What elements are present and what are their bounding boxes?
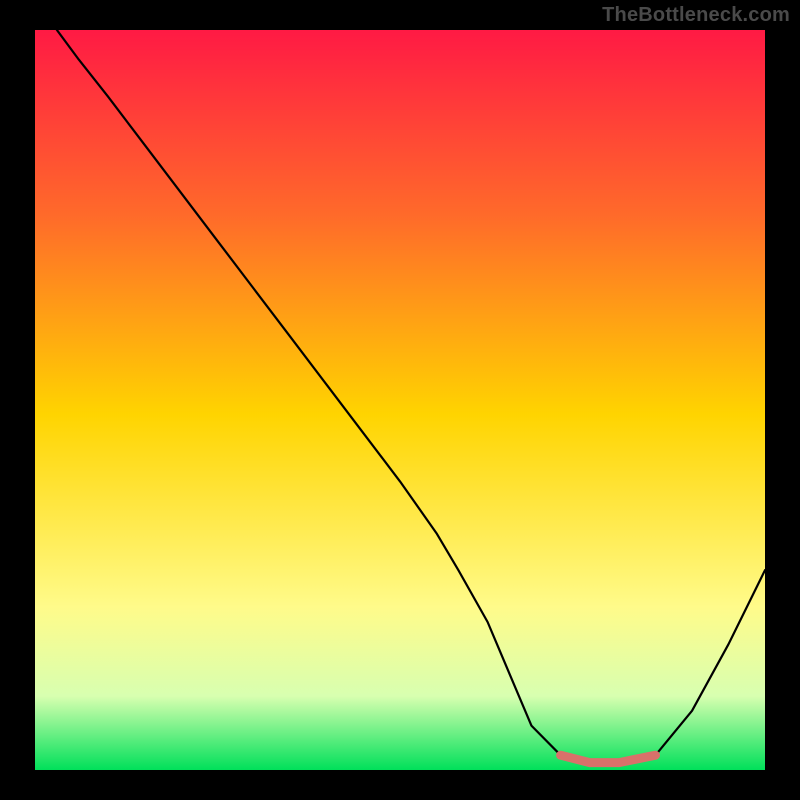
gradient-background (35, 30, 765, 770)
chart-frame: TheBottleneck.com (0, 0, 800, 800)
plot-area (35, 30, 765, 770)
watermark-label: TheBottleneck.com (602, 4, 790, 27)
bottleneck-chart (35, 30, 765, 770)
